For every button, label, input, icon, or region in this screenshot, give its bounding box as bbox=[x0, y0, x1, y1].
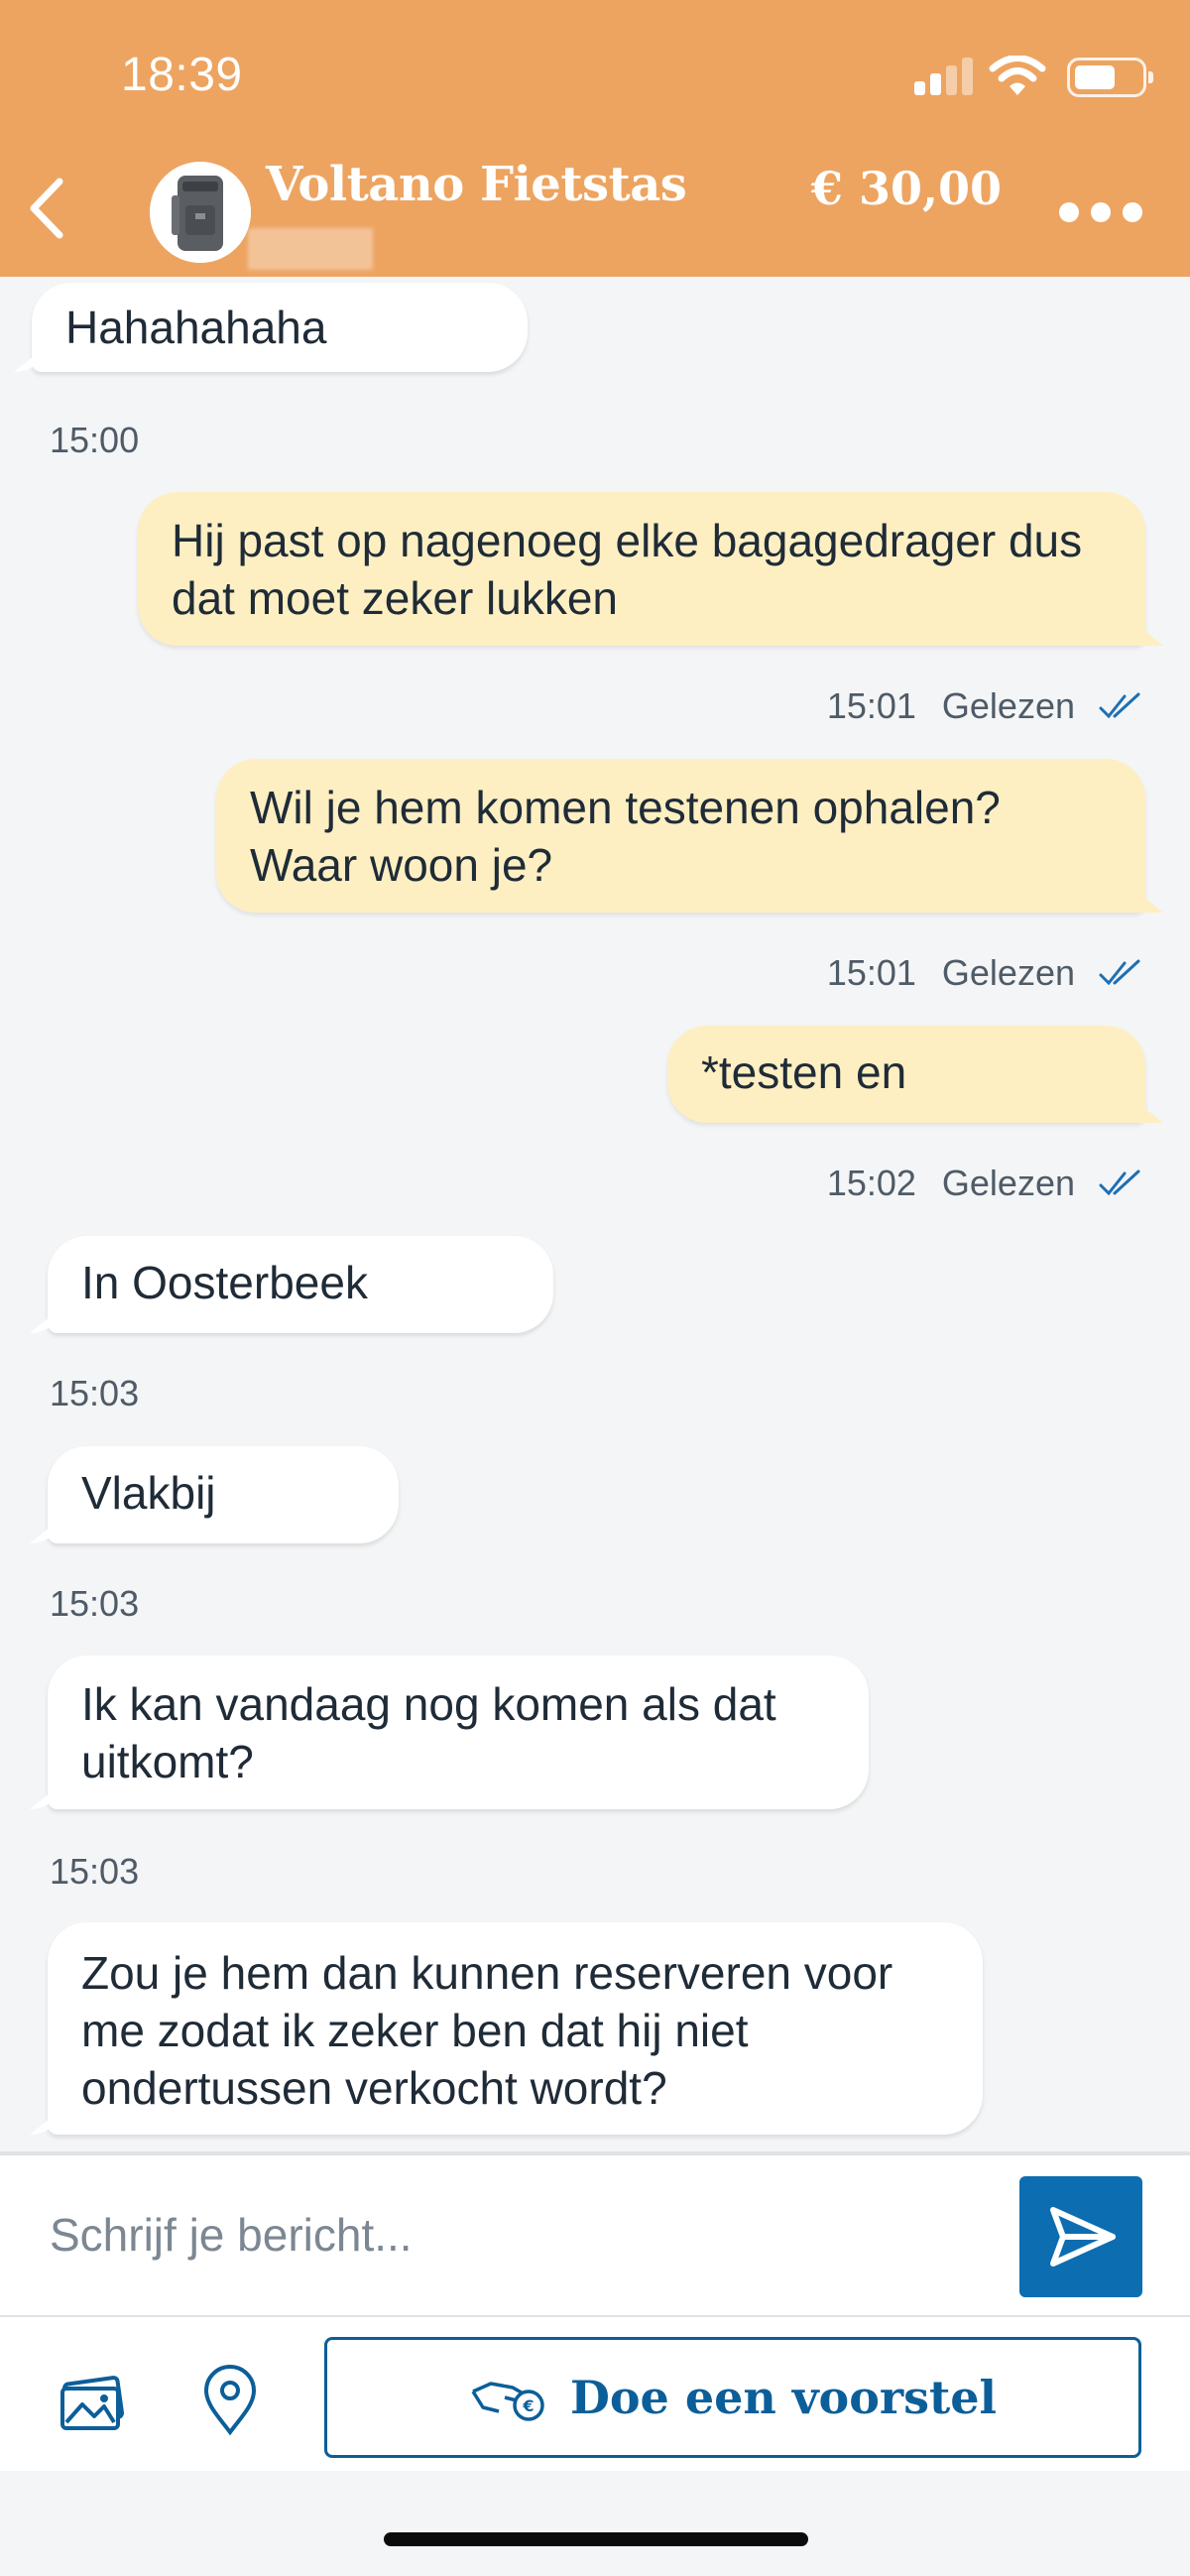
map-pin-icon[interactable] bbox=[190, 2361, 270, 2440]
images-icon[interactable] bbox=[55, 2361, 134, 2440]
read-status: Gelezen bbox=[941, 685, 1075, 726]
double-check-icon bbox=[1099, 692, 1140, 719]
incoming-message: Zou je hem dan kunnen reserveren voor me… bbox=[48, 1922, 983, 2135]
double-check-icon bbox=[1099, 1169, 1140, 1196]
message-text: Ik kan vandaag nog komen als dat uitkomt… bbox=[81, 1678, 776, 1787]
redacted-username bbox=[248, 228, 373, 270]
home-area bbox=[0, 2471, 1190, 2576]
message-meta: 15:01 Gelezen bbox=[827, 952, 1142, 994]
hand-offer-icon: € bbox=[471, 2382, 544, 2421]
message-composer bbox=[0, 2151, 1190, 2315]
bike-bag-image bbox=[150, 162, 251, 263]
home-indicator[interactable] bbox=[384, 2532, 808, 2546]
listing-title[interactable]: Voltano Fietstas bbox=[266, 157, 687, 212]
message-text: Hahahahaha bbox=[65, 302, 327, 353]
message-time: 15:03 bbox=[50, 1583, 140, 1624]
battery-icon bbox=[1067, 58, 1153, 97]
double-check-icon bbox=[1099, 959, 1140, 986]
message-input[interactable] bbox=[50, 2195, 942, 2274]
wifi-icon bbox=[989, 56, 1046, 95]
incoming-message: Ik kan vandaag nog komen als dat uitkomt… bbox=[48, 1656, 869, 1809]
make-offer-label: Doe een voorstel bbox=[569, 2371, 998, 2424]
message-list[interactable]: Hahahahaha 15:00 Hij past op nagenoeg el… bbox=[0, 277, 1190, 2151]
message-text: Zou je hem dan kunnen reserveren voor me… bbox=[81, 1947, 893, 2114]
message-time: 15:01 bbox=[826, 685, 916, 726]
message-time: 15:03 bbox=[50, 1373, 140, 1413]
listing-price: € 30,00 bbox=[810, 162, 1002, 215]
message-meta: 15:02 Gelezen bbox=[827, 1163, 1142, 1204]
more-dot-icon bbox=[1091, 202, 1111, 222]
more-dot-icon bbox=[1059, 202, 1079, 222]
read-status: Gelezen bbox=[941, 952, 1075, 993]
outgoing-message: Hij past op nagenoeg elke bagagedrager d… bbox=[138, 492, 1145, 646]
outgoing-message: *testen en bbox=[667, 1026, 1145, 1123]
chat-toolbar: € Doe een voorstel bbox=[0, 2315, 1190, 2471]
message-text: Hij past op nagenoeg elke bagagedrager d… bbox=[172, 515, 1083, 624]
outgoing-message: Wil je hem komen testenen ophalen? Waar … bbox=[216, 759, 1145, 913]
make-offer-button[interactable]: € Doe een voorstel bbox=[324, 2337, 1141, 2458]
more-options-button[interactable] bbox=[1051, 198, 1142, 228]
listing-avatar[interactable] bbox=[150, 162, 251, 263]
incoming-message: Hahahahaha bbox=[32, 283, 528, 372]
cellular-signal-icon bbox=[914, 56, 974, 99]
incoming-message: Vlakbij bbox=[48, 1446, 399, 1543]
chat-header: 18:39 Voltano Fietstas € 30,00 bbox=[0, 0, 1190, 277]
more-dot-icon bbox=[1123, 202, 1142, 222]
read-status: Gelezen bbox=[941, 1163, 1075, 1203]
message-text: Vlakbij bbox=[81, 1467, 216, 1519]
incoming-message: In Oosterbeek bbox=[48, 1236, 553, 1333]
message-time: 15:00 bbox=[50, 420, 140, 460]
send-button[interactable] bbox=[1019, 2176, 1142, 2297]
message-time: 15:02 bbox=[826, 1163, 916, 1203]
svg-text:€: € bbox=[522, 2396, 534, 2415]
message-time: 15:01 bbox=[826, 952, 916, 993]
message-time: 15:03 bbox=[50, 1851, 140, 1892]
back-button[interactable] bbox=[22, 174, 71, 243]
status-time: 18:39 bbox=[121, 49, 243, 101]
message-text: In Oosterbeek bbox=[81, 1257, 368, 1308]
message-text: *testen en bbox=[701, 1046, 907, 1098]
send-icon bbox=[1050, 2207, 1116, 2267]
message-meta: 15:01 Gelezen bbox=[827, 685, 1142, 727]
message-text: Wil je hem komen testenen ophalen? Waar … bbox=[250, 782, 1001, 891]
